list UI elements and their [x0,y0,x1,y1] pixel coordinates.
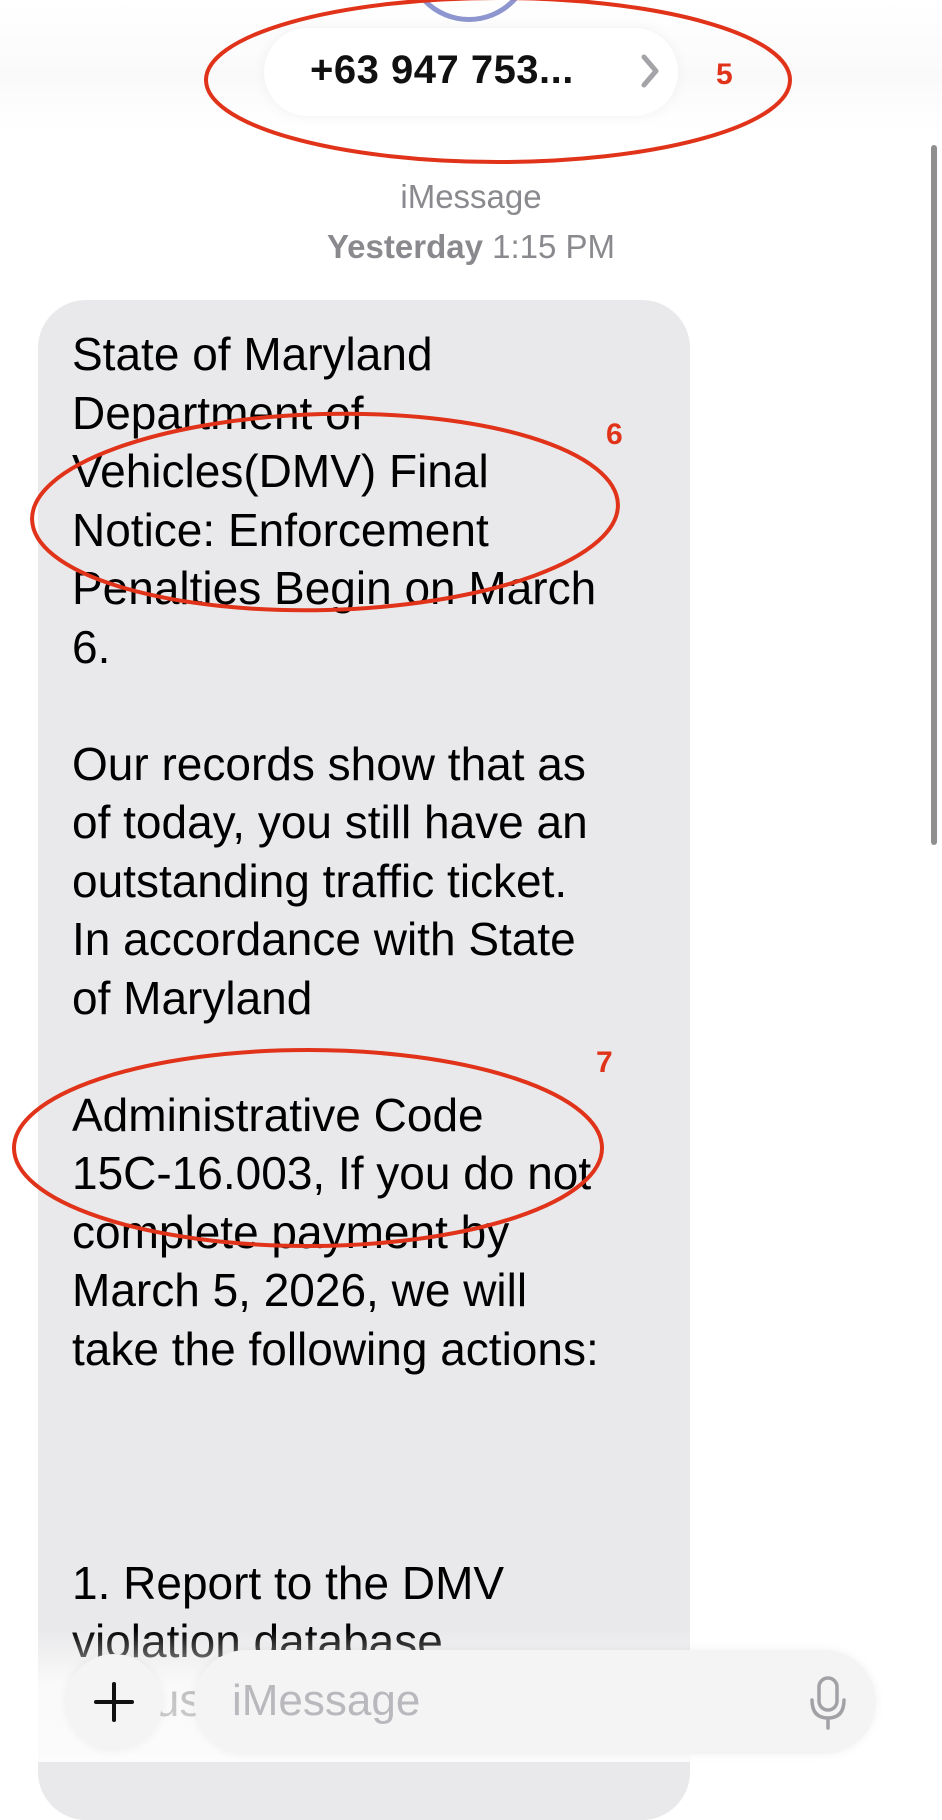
service-label: iMessage [400,178,542,215]
chevron-right-icon [641,54,659,88]
message-input-placeholder: iMessage [232,1676,421,1725]
contact-avatar[interactable] [405,0,533,22]
annotation-label-6: 6 [606,418,623,451]
timestamp-time: 1:15 PM [492,228,616,265]
annotation-label-7: 7 [596,1046,613,1079]
conversation-header: +63 947 753... [0,0,942,130]
timestamp-day: Yesterday [326,228,483,265]
message-timestamp: Yesterday 1:15 PM [0,228,942,266]
plus-icon [94,1682,134,1722]
message-text: State of Maryland Department of Vehicles… [72,328,599,1726]
contact-name: +63 947 753... [310,48,574,92]
contact-name-button[interactable]: +63 947 753... [264,28,678,116]
microphone-icon[interactable] [808,1676,848,1730]
plus-button[interactable] [66,1654,162,1750]
annotation-label-5: 5 [716,58,733,91]
message-input[interactable]: iMessage [194,1650,876,1754]
